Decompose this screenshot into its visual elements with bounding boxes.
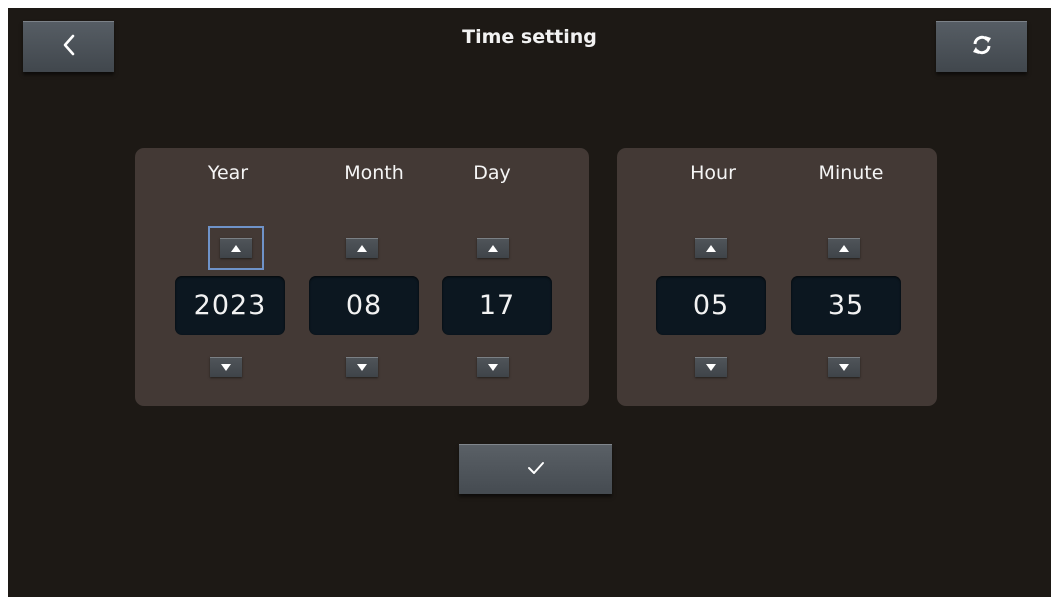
arrow-down-icon <box>488 364 498 371</box>
page-title: Time setting <box>462 26 597 48</box>
hour-value[interactable]: 05 <box>656 276 766 335</box>
time-setting-screen: Time setting Year 2023 Month 08 Day 17 H… <box>8 8 1051 597</box>
day-down-button[interactable] <box>477 357 509 377</box>
arrow-down-icon <box>706 364 716 371</box>
day-up-button[interactable] <box>477 238 509 258</box>
arrow-down-icon <box>357 364 367 371</box>
arrow-up-icon <box>488 245 498 252</box>
hour-up-button[interactable] <box>695 238 727 258</box>
month-up-button[interactable] <box>346 238 378 258</box>
arrow-up-icon <box>357 245 367 252</box>
time-panel: Hour 05 Minute 35 <box>617 148 937 406</box>
hour-down-button[interactable] <box>695 357 727 377</box>
minute-value[interactable]: 35 <box>791 276 901 335</box>
year-value[interactable]: 2023 <box>175 276 285 335</box>
month-down-button[interactable] <box>346 357 378 377</box>
refresh-button[interactable] <box>936 21 1027 72</box>
arrow-down-icon <box>221 364 231 371</box>
day-label: Day <box>473 162 511 184</box>
year-up-button[interactable] <box>208 226 264 270</box>
minute-up-button[interactable] <box>828 238 860 258</box>
minute-label: Minute <box>818 162 884 184</box>
confirm-button[interactable] <box>459 444 612 494</box>
day-value[interactable]: 17 <box>442 276 552 335</box>
arrow-down-icon <box>839 364 849 371</box>
month-value[interactable]: 08 <box>309 276 419 335</box>
arrow-up-icon <box>839 245 849 252</box>
refresh-icon <box>971 34 993 60</box>
date-panel: Year 2023 Month 08 Day 17 <box>135 148 589 406</box>
checkmark-icon <box>527 460 545 479</box>
year-down-button[interactable] <box>210 357 242 377</box>
hour-label: Hour <box>690 162 736 184</box>
arrow-up-icon <box>231 245 241 252</box>
arrow-up-icon <box>706 245 716 252</box>
minute-down-button[interactable] <box>828 357 860 377</box>
year-label: Year <box>207 162 249 184</box>
month-label: Month <box>344 162 404 184</box>
